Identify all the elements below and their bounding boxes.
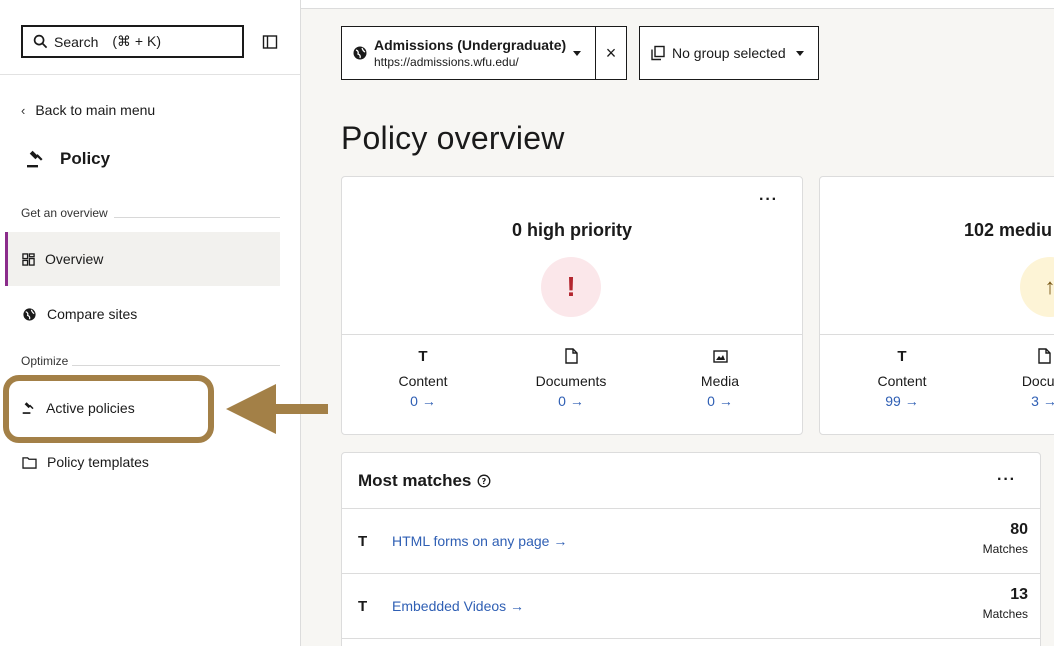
sidebar-item-label: Compare sites (47, 306, 138, 322)
svg-text:?: ? (482, 477, 487, 486)
group-label: No group selected (672, 45, 786, 61)
globe-icon (353, 46, 367, 60)
match-count: 13 Matches (983, 586, 1028, 621)
medium-priority-icon: ↑ (1020, 257, 1054, 317)
caret-down-icon (573, 51, 581, 56)
top-bar (301, 0, 1054, 9)
section-title-text: Policy (60, 149, 111, 168)
group-label-optimize: Optimize (21, 354, 280, 368)
sidebar-item-label: Policy templates (47, 454, 149, 470)
stat-label: Content (877, 373, 927, 389)
image-icon-wrap (660, 347, 780, 365)
text-type-icon: T (358, 597, 368, 615)
page-title: Policy overview (341, 120, 565, 156)
document-icon (564, 348, 578, 364)
divider (820, 334, 1054, 335)
stat-content: T Content 99 → (842, 347, 962, 410)
panel-toggle-icon[interactable] (262, 34, 278, 50)
more-options-icon[interactable]: ··· (997, 471, 1016, 489)
policy-link[interactable]: HTML forms on any page → (392, 533, 567, 549)
dashboard-icon (22, 252, 35, 266)
most-matches-title: Most matches (358, 470, 472, 490)
document-icon (1037, 348, 1051, 364)
divider (342, 334, 802, 335)
stat-documents: Documents 0 → (511, 347, 631, 409)
gavel-icon (27, 150, 43, 168)
folder-icon (22, 456, 37, 469)
sidebar-item-policy-templates[interactable]: Policy templates (5, 435, 280, 489)
stat-label: Documents (535, 373, 607, 389)
search-icon (33, 34, 48, 49)
back-to-main-menu-link[interactable]: ‹ Back to main menu (21, 102, 155, 118)
medium-priority-card: 102 mediu ↑ T Content 99 → Docum 3 → (819, 176, 1054, 435)
match-count-label: Matches (982, 542, 1028, 556)
policy-link[interactable]: Embedded Videos → (392, 598, 524, 614)
most-matches-header: Most matches ? ··· (342, 453, 1040, 509)
image-icon (712, 349, 728, 363)
text-type-icon: T (358, 532, 368, 550)
sidebar: Search (⌘ + K) ‹ Back to main menu Polic… (0, 0, 301, 646)
high-priority-card: ··· 0 high priority ! T Content 0 → Docu… (341, 176, 803, 435)
site-text: Admissions (Undergraduate) https://admis… (374, 37, 566, 69)
stat-value-link[interactable]: 3 → (984, 393, 1054, 409)
annotation-arrow-icon (226, 384, 328, 434)
site-url: https://admissions.wfu.edu/ (374, 55, 519, 69)
search-shortcut: (⌘ + K) (112, 33, 161, 49)
group-label-overview: Get an overview (21, 206, 280, 220)
stat-value-link[interactable]: 0 → (511, 393, 631, 409)
stat-value-link[interactable]: 0 → (363, 393, 483, 409)
text-type-icon: T (418, 347, 428, 365)
divider (113, 216, 280, 218)
search-input[interactable]: Search (⌘ + K) (21, 25, 244, 58)
copy-group-icon (651, 45, 665, 61)
divider (72, 364, 280, 366)
chevron-left-icon: ‹ (21, 102, 26, 118)
document-icon-wrap (511, 347, 631, 365)
search-row: Search (⌘ + K) (0, 0, 300, 75)
caret-down-icon (795, 50, 804, 56)
group-label-optimize-text: Optimize (21, 354, 69, 368)
match-count-label: Matches (982, 607, 1028, 621)
site-dropdown[interactable]: Admissions (Undergraduate) https://admis… (342, 27, 596, 79)
text-type-icon: T (897, 347, 907, 365)
card-heading: 0 high priority (511, 220, 632, 240)
more-options-icon[interactable]: ··· (759, 191, 778, 209)
back-label: Back to main menu (35, 102, 156, 118)
sidebar-item-label: Overview (45, 251, 104, 267)
group-label-overview-text: Get an overview (21, 206, 108, 220)
stat-label: Media (700, 373, 740, 389)
stat-value-link[interactable]: 0 → (660, 393, 780, 409)
match-count: 80 Matches (983, 521, 1028, 556)
card-heading: 102 mediu (964, 220, 1053, 240)
annotation-highlight-box (3, 375, 214, 443)
section-title: Policy (26, 149, 110, 169)
stat-documents: Docum 3 → (984, 347, 1054, 409)
table-row: T HTML forms on any page → 80 Matches (342, 509, 1040, 574)
close-icon: × (605, 42, 617, 63)
most-matches-panel: Most matches ? ··· T HTML forms on any p… (341, 452, 1041, 646)
document-icon-wrap (984, 347, 1054, 365)
group-selector[interactable]: No group selected (639, 26, 819, 80)
match-count-value: 80 (1010, 521, 1028, 538)
match-count-value: 13 (1010, 586, 1028, 603)
table-row: T Embedded Videos → 13 Matches (342, 574, 1040, 639)
help-icon[interactable]: ? (477, 474, 491, 488)
search-label: Search (54, 33, 99, 50)
site-selector[interactable]: Admissions (Undergraduate) https://admis… (341, 26, 627, 80)
clear-site-button[interactable]: × (596, 27, 626, 79)
stat-content: T Content 0 → (363, 347, 483, 410)
stat-value-link[interactable]: 99 → (842, 393, 962, 409)
sidebar-item-overview[interactable]: Overview (5, 232, 280, 286)
sidebar-item-compare-sites[interactable]: Compare sites (5, 287, 280, 341)
site-name: Admissions (Undergraduate) (374, 37, 567, 53)
stat-label: Content (398, 373, 448, 389)
stat-media: Media 0 → (660, 347, 780, 409)
high-priority-icon: ! (541, 257, 601, 317)
globe-icon (23, 307, 36, 321)
stat-label: Docum (1021, 373, 1054, 389)
